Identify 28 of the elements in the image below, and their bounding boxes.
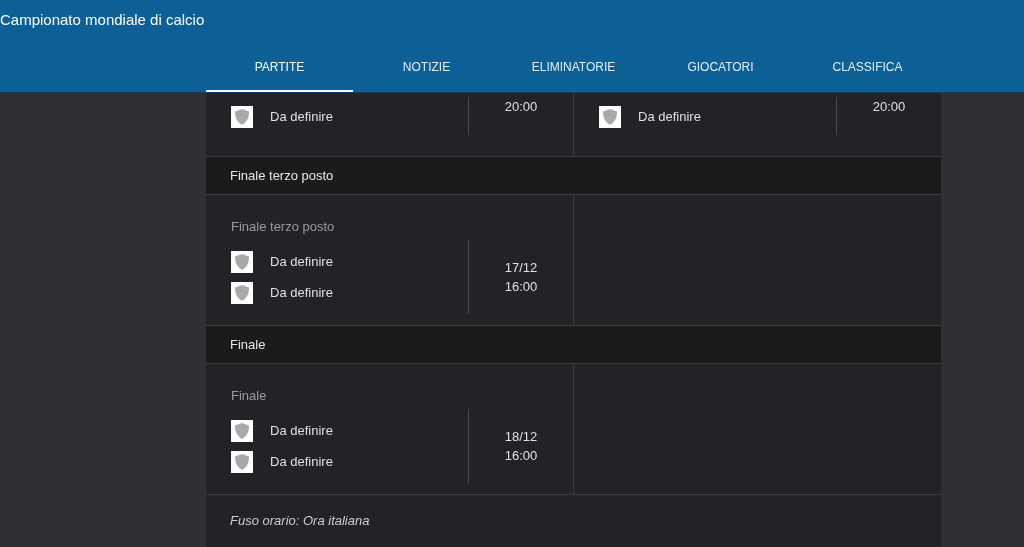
tab[interactable]: NOTIZIE <box>353 36 500 92</box>
team-name: Da definire <box>270 254 333 269</box>
team-name: Da definire <box>270 454 333 469</box>
shield-icon <box>599 105 621 128</box>
match-time: 16:00 <box>504 447 538 465</box>
tab[interactable]: GIOCATORI <box>647 36 794 92</box>
timezone-note: Fuso orario: Ora italiana <box>230 513 370 528</box>
team-name: Da definire <box>270 109 333 124</box>
match-name: Finale <box>231 388 268 403</box>
shield-icon <box>231 105 253 128</box>
team-name: Da definire <box>638 109 701 124</box>
match-time: 17/12 <box>504 259 538 277</box>
team-name: Da definire <box>270 285 333 300</box>
tab[interactable]: CLASSIFICA <box>794 36 941 92</box>
match-name: Finale terzo posto <box>231 219 336 234</box>
app-title: Campionato mondiale di calcio <box>0 10 205 30</box>
match-time: 16:00 <box>504 278 538 296</box>
team-name: Da definire <box>270 423 333 438</box>
shield-icon <box>231 281 253 304</box>
match-time: 20:00 <box>504 98 538 116</box>
section-header: Finale <box>206 325 941 364</box>
shield-icon <box>231 419 253 442</box>
tab[interactable]: ELIMINATORIE <box>500 36 647 92</box>
shield-icon <box>231 250 253 273</box>
section-header: Finale terzo posto <box>206 156 941 195</box>
shield-icon <box>231 450 253 473</box>
match-time: 18/12 <box>504 428 538 446</box>
match-time: 20:00 <box>872 98 906 116</box>
